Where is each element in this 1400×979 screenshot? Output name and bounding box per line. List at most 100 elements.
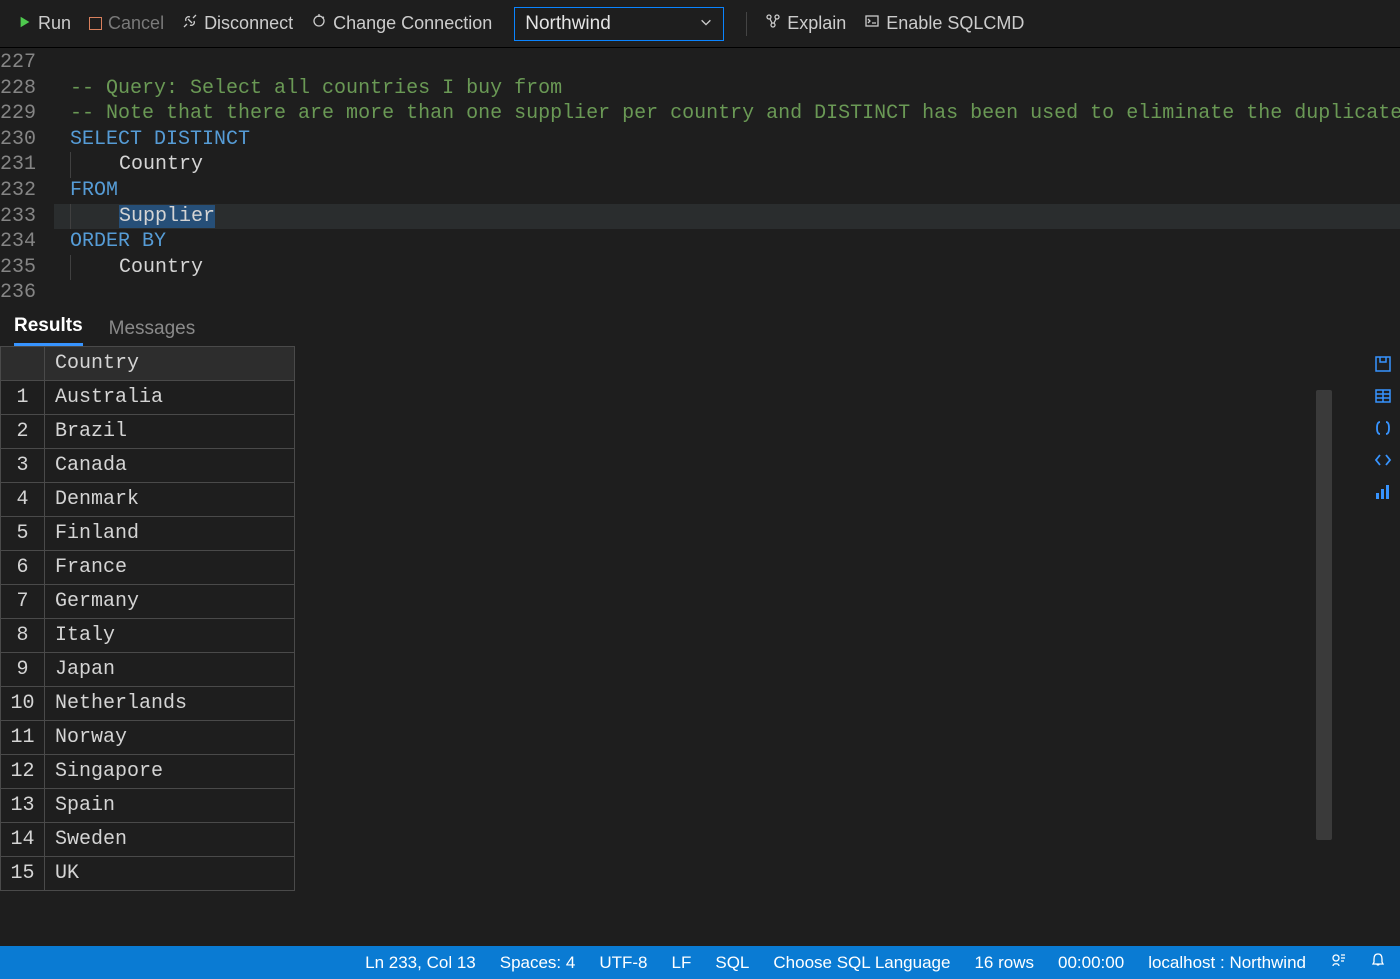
- row-number-cell[interactable]: 12: [1, 755, 45, 789]
- save-csv-icon[interactable]: [1373, 354, 1393, 374]
- code-line[interactable]: ORDER BY: [54, 229, 1400, 255]
- line-number: 232: [0, 178, 54, 204]
- chevron-down-icon: [699, 13, 713, 35]
- table-row[interactable]: 3Canada: [1, 449, 295, 483]
- row-number-cell[interactable]: 10: [1, 687, 45, 721]
- save-excel-icon[interactable]: [1373, 386, 1393, 406]
- line-number: 236: [0, 280, 54, 306]
- enable-sqlcmd-button[interactable]: Enable SQLCMD: [864, 13, 1024, 34]
- indent-guide: [70, 204, 83, 230]
- save-xml-icon[interactable]: [1373, 450, 1393, 470]
- table-row[interactable]: 4Denmark: [1, 483, 295, 517]
- data-cell[interactable]: UK: [45, 857, 295, 891]
- data-cell[interactable]: Japan: [45, 653, 295, 687]
- table-row[interactable]: 11Norway: [1, 721, 295, 755]
- sql-editor[interactable]: 227228229230231232233234235236 -- Query:…: [0, 48, 1400, 306]
- results-grid[interactable]: Country1Australia2Brazil3Canada4Denmark5…: [0, 346, 295, 946]
- table-row[interactable]: 9Japan: [1, 653, 295, 687]
- status-rows[interactable]: 16 rows: [974, 953, 1034, 973]
- cancel-label: Cancel: [108, 13, 164, 34]
- results-empty-space: [295, 346, 1366, 946]
- row-number-cell[interactable]: 9: [1, 653, 45, 687]
- status-encoding[interactable]: UTF-8: [599, 953, 647, 973]
- line-number: 228: [0, 76, 54, 102]
- code-line[interactable]: Supplier: [54, 204, 1400, 230]
- data-cell[interactable]: Denmark: [45, 483, 295, 517]
- table-row[interactable]: 1Australia: [1, 381, 295, 415]
- data-cell[interactable]: Canada: [45, 449, 295, 483]
- row-number-cell[interactable]: 11: [1, 721, 45, 755]
- row-number-cell[interactable]: 4: [1, 483, 45, 517]
- data-cell[interactable]: Norway: [45, 721, 295, 755]
- status-connection[interactable]: localhost : Northwind: [1148, 953, 1306, 973]
- data-cell[interactable]: Netherlands: [45, 687, 295, 721]
- row-number-cell[interactable]: 1: [1, 381, 45, 415]
- explain-button[interactable]: Explain: [765, 13, 846, 34]
- status-ln-col[interactable]: Ln 233, Col 13: [365, 953, 476, 973]
- row-number-cell[interactable]: 6: [1, 551, 45, 585]
- tab-messages[interactable]: Messages: [109, 318, 196, 346]
- code-line[interactable]: [54, 50, 1400, 76]
- table-row[interactable]: 15UK: [1, 857, 295, 891]
- row-number-cell[interactable]: 7: [1, 585, 45, 619]
- code-line[interactable]: FROM: [54, 178, 1400, 204]
- data-cell[interactable]: Germany: [45, 585, 295, 619]
- data-cell[interactable]: Spain: [45, 789, 295, 823]
- status-language-action[interactable]: Choose SQL Language: [773, 953, 950, 973]
- table-row[interactable]: 5Finland: [1, 517, 295, 551]
- table-row[interactable]: 10Netherlands: [1, 687, 295, 721]
- cancel-button[interactable]: Cancel: [89, 13, 164, 34]
- data-cell[interactable]: France: [45, 551, 295, 585]
- status-spaces[interactable]: Spaces: 4: [500, 953, 576, 973]
- code-line[interactable]: Country: [54, 255, 1400, 281]
- notifications-icon[interactable]: [1370, 952, 1386, 973]
- feedback-icon[interactable]: [1330, 952, 1346, 973]
- code-line[interactable]: -- Note that there are more than one sup…: [54, 101, 1400, 127]
- table-row[interactable]: 14Sweden: [1, 823, 295, 857]
- row-number-cell[interactable]: 15: [1, 857, 45, 891]
- status-bar: Ln 233, Col 13 Spaces: 4 UTF-8 LF SQL Ch…: [0, 946, 1400, 979]
- database-select[interactable]: Northwind: [514, 7, 724, 41]
- row-number-cell[interactable]: 3: [1, 449, 45, 483]
- table-row[interactable]: 6France: [1, 551, 295, 585]
- enable-sqlcmd-label: Enable SQLCMD: [886, 13, 1024, 34]
- data-cell[interactable]: Sweden: [45, 823, 295, 857]
- table-row[interactable]: 13Spain: [1, 789, 295, 823]
- code-line[interactable]: [54, 280, 1400, 306]
- data-cell[interactable]: Brazil: [45, 415, 295, 449]
- data-cell[interactable]: Australia: [45, 381, 295, 415]
- row-number-cell[interactable]: 2: [1, 415, 45, 449]
- disconnect-button[interactable]: Disconnect: [182, 13, 293, 34]
- data-cell[interactable]: Finland: [45, 517, 295, 551]
- table-row[interactable]: 2Brazil: [1, 415, 295, 449]
- change-connection-button[interactable]: Change Connection: [311, 13, 492, 34]
- chart-icon[interactable]: [1373, 482, 1393, 502]
- row-number-header[interactable]: [1, 347, 45, 381]
- status-language[interactable]: SQL: [715, 953, 749, 973]
- row-number-cell[interactable]: 5: [1, 517, 45, 551]
- data-cell[interactable]: Italy: [45, 619, 295, 653]
- run-label: Run: [38, 13, 71, 34]
- toolbar-separator: [746, 12, 747, 36]
- results-scrollbar[interactable]: [1316, 390, 1332, 840]
- table-row[interactable]: 12Singapore: [1, 755, 295, 789]
- table-row[interactable]: 7Germany: [1, 585, 295, 619]
- save-json-icon[interactable]: [1373, 418, 1393, 438]
- data-cell[interactable]: Singapore: [45, 755, 295, 789]
- code-line[interactable]: SELECT DISTINCT: [54, 127, 1400, 153]
- tab-results[interactable]: Results: [14, 315, 83, 346]
- line-number: 231: [0, 152, 54, 178]
- code-line[interactable]: Country: [54, 152, 1400, 178]
- query-toolbar: Run Cancel Disconnect Change Connection …: [0, 0, 1400, 48]
- row-number-cell[interactable]: 13: [1, 789, 45, 823]
- table-row[interactable]: 8Italy: [1, 619, 295, 653]
- status-time[interactable]: 00:00:00: [1058, 953, 1124, 973]
- column-header[interactable]: Country: [45, 347, 295, 381]
- disconnect-label: Disconnect: [204, 13, 293, 34]
- run-button[interactable]: Run: [18, 13, 71, 34]
- row-number-cell[interactable]: 14: [1, 823, 45, 857]
- status-eol[interactable]: LF: [672, 953, 692, 973]
- code-area[interactable]: -- Query: Select all countries I buy fro…: [54, 48, 1400, 306]
- row-number-cell[interactable]: 8: [1, 619, 45, 653]
- code-line[interactable]: -- Query: Select all countries I buy fro…: [54, 76, 1400, 102]
